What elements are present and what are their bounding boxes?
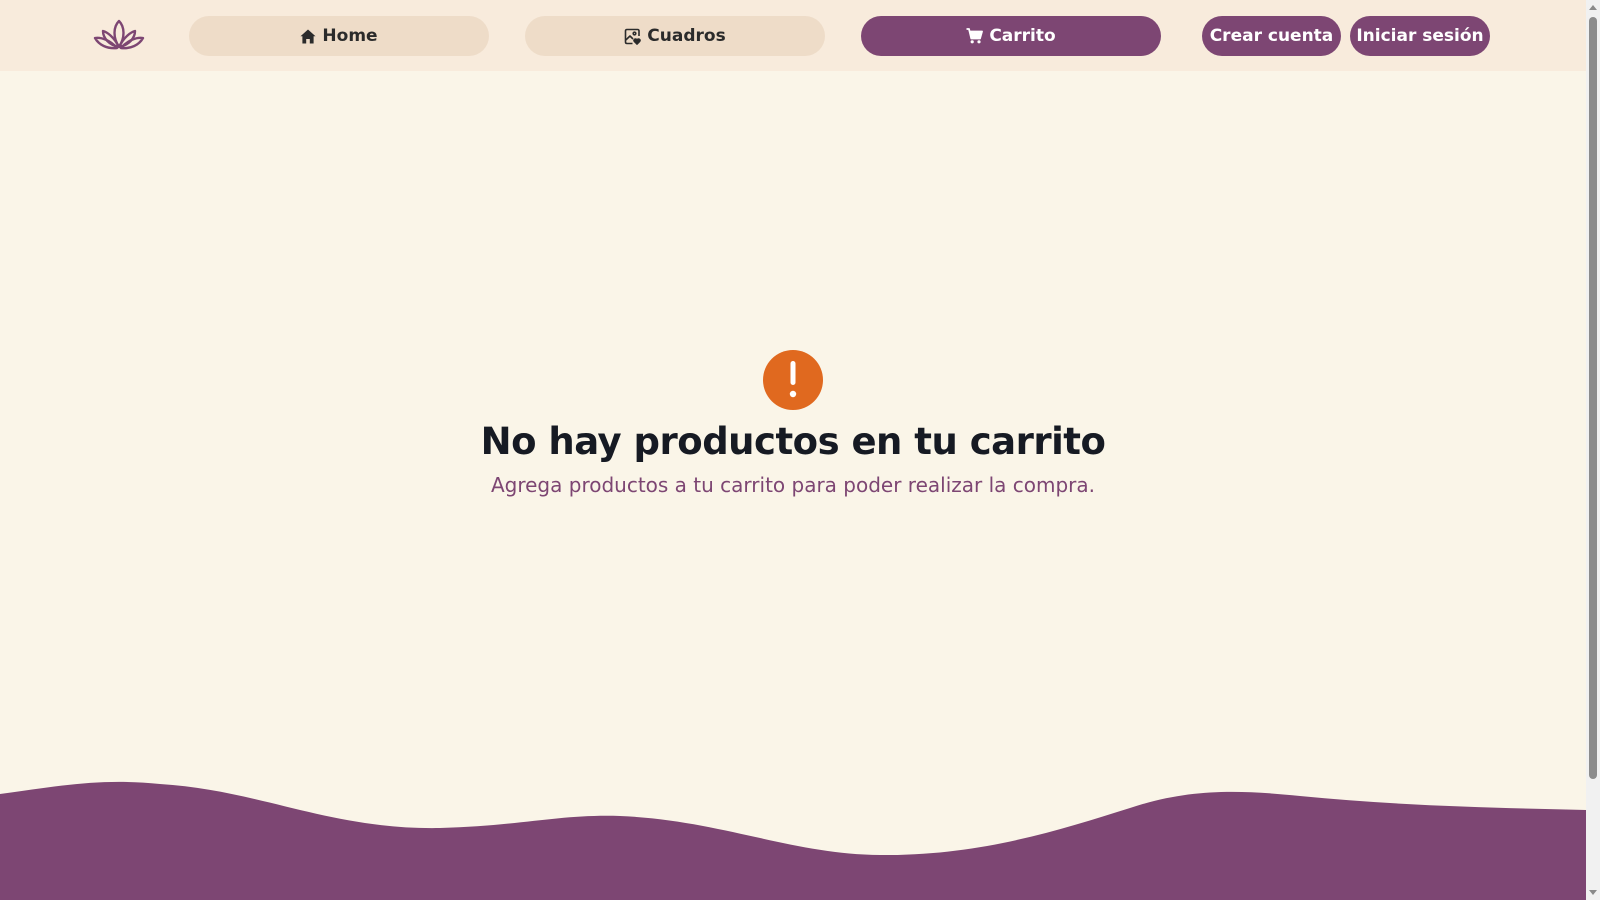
page: Home Cuadros Carrito Crear cuenta Inicia… [0,0,1586,900]
footer-wave [0,781,1586,900]
scroll-up-arrow-icon[interactable] [1589,5,1597,10]
nav-cuadros-button[interactable]: Cuadros [525,16,825,56]
login-label: Iniciar sesión [1356,26,1484,46]
scroll-thumb[interactable] [1589,17,1597,779]
nav-carrito-label: Carrito [989,26,1056,46]
login-button[interactable]: Iniciar sesión [1350,16,1490,56]
nav-home-button[interactable]: Home [189,16,489,56]
exclamation-icon [763,350,823,410]
lotus-icon[interactable] [92,18,146,54]
image-heart-icon [624,28,642,45]
empty-cart-title: No hay productos en tu carrito [480,420,1106,463]
vertical-scrollbar[interactable] [1586,0,1600,900]
scroll-down-arrow-icon[interactable] [1589,890,1597,895]
create-account-label: Crear cuenta [1209,26,1334,46]
cart-icon [966,28,984,44]
home-icon [300,29,316,43]
nav-carrito-button[interactable]: Carrito [861,16,1161,56]
nav-cuadros-label: Cuadros [647,26,726,46]
empty-cart-subtitle: Agrega productos a tu carrito para poder… [490,473,1096,497]
nav-home-label: Home [322,26,378,46]
empty-cart-message: No hay productos en tu carrito Agrega pr… [0,350,1586,497]
site-header: Home Cuadros Carrito Crear cuenta Inicia… [0,0,1586,71]
create-account-button[interactable]: Crear cuenta [1202,16,1341,56]
